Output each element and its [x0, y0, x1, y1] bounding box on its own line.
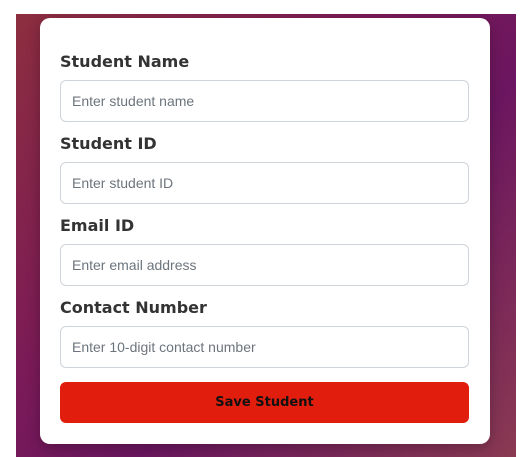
email-input[interactable] [60, 244, 469, 286]
student-name-input[interactable] [60, 80, 469, 122]
email-id-label: Email ID [60, 216, 135, 235]
contact-number-label: Contact Number [60, 298, 207, 317]
student-name-group: Student Name [60, 52, 469, 122]
student-id-input[interactable] [60, 162, 469, 204]
email-id-group: Email ID [60, 216, 469, 286]
contact-number-group: Contact Number [60, 298, 469, 368]
contact-number-input[interactable] [60, 326, 469, 368]
student-name-label: Student Name [60, 52, 190, 71]
page-background: Student Name Student ID Email ID Contact… [16, 14, 516, 457]
save-student-button[interactable]: Save Student [60, 382, 469, 423]
student-id-label: Student ID [60, 134, 157, 153]
student-form-card: Student Name Student ID Email ID Contact… [40, 18, 490, 444]
student-id-group: Student ID [60, 134, 469, 204]
